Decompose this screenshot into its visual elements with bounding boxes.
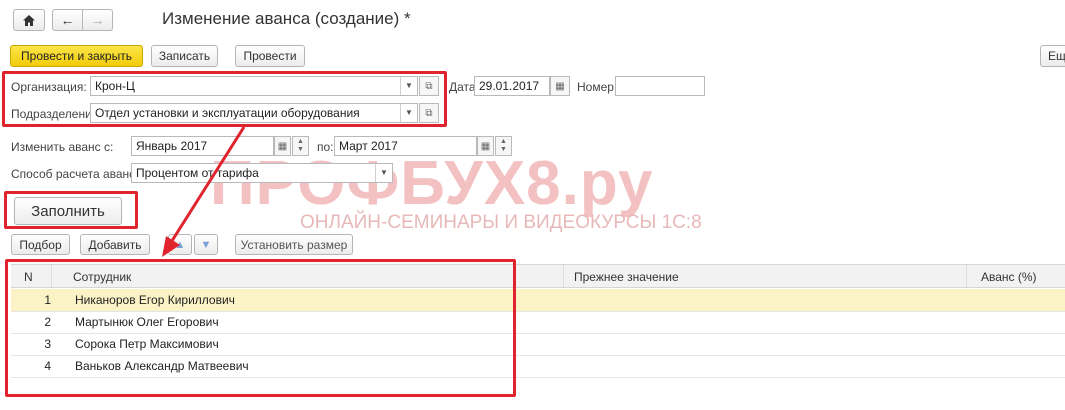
annotation-arrow — [162, 126, 246, 257]
